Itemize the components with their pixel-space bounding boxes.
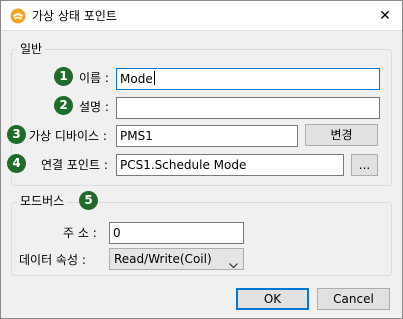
general-group-title: 일반 xyxy=(17,41,46,57)
modbus-group-title: 모드버스 xyxy=(17,193,68,209)
text-caret xyxy=(153,71,155,85)
description-input[interactable] xyxy=(116,97,380,119)
cancel-button[interactable]: Cancel xyxy=(317,288,390,310)
chevron-down-icon xyxy=(229,255,238,275)
data-type-label: 데이터 속성 : xyxy=(19,253,86,267)
close-button[interactable]: ✕ xyxy=(374,5,396,27)
linked-point-label: 연결 포인트 : xyxy=(41,158,108,172)
title-bar[interactable]: 가상 상태 포인트 ✕ xyxy=(1,1,402,31)
virtual-device-field[interactable]: PMS1 xyxy=(116,125,298,147)
linked-point-field[interactable]: PCS1.Schedule Mode xyxy=(116,154,344,176)
badge-4: 4 xyxy=(7,154,26,173)
virtual-device-label: 가상 디바이스 : xyxy=(29,129,107,143)
close-icon: ✕ xyxy=(379,8,391,24)
window-title: 가상 상태 포인트 xyxy=(32,9,117,23)
data-type-select[interactable]: Read/Write(Coil) xyxy=(109,248,244,270)
name-label: 이름 : xyxy=(79,71,109,85)
badge-1: 1 xyxy=(54,67,73,86)
description-label: 설명 : xyxy=(79,100,109,114)
name-input[interactable]: Mode xyxy=(116,68,380,90)
name-value: Mode xyxy=(120,72,153,86)
ok-button[interactable]: OK xyxy=(236,288,309,310)
app-icon xyxy=(10,8,26,24)
address-input[interactable]: 0 xyxy=(109,222,244,244)
address-label: 주 소 : xyxy=(63,226,97,240)
change-device-button[interactable]: 변경 xyxy=(305,124,378,146)
dialog-window: 가상 상태 포인트 ✕ 일반 1 이름 : Mode 2 설명 : 3 가상 디… xyxy=(0,0,403,319)
badge-2: 2 xyxy=(54,96,73,115)
browse-point-button[interactable]: ... xyxy=(351,154,378,176)
data-type-value: Read/Write(Coil) xyxy=(114,252,212,266)
badge-5: 5 xyxy=(79,191,98,210)
badge-3: 3 xyxy=(7,125,26,144)
